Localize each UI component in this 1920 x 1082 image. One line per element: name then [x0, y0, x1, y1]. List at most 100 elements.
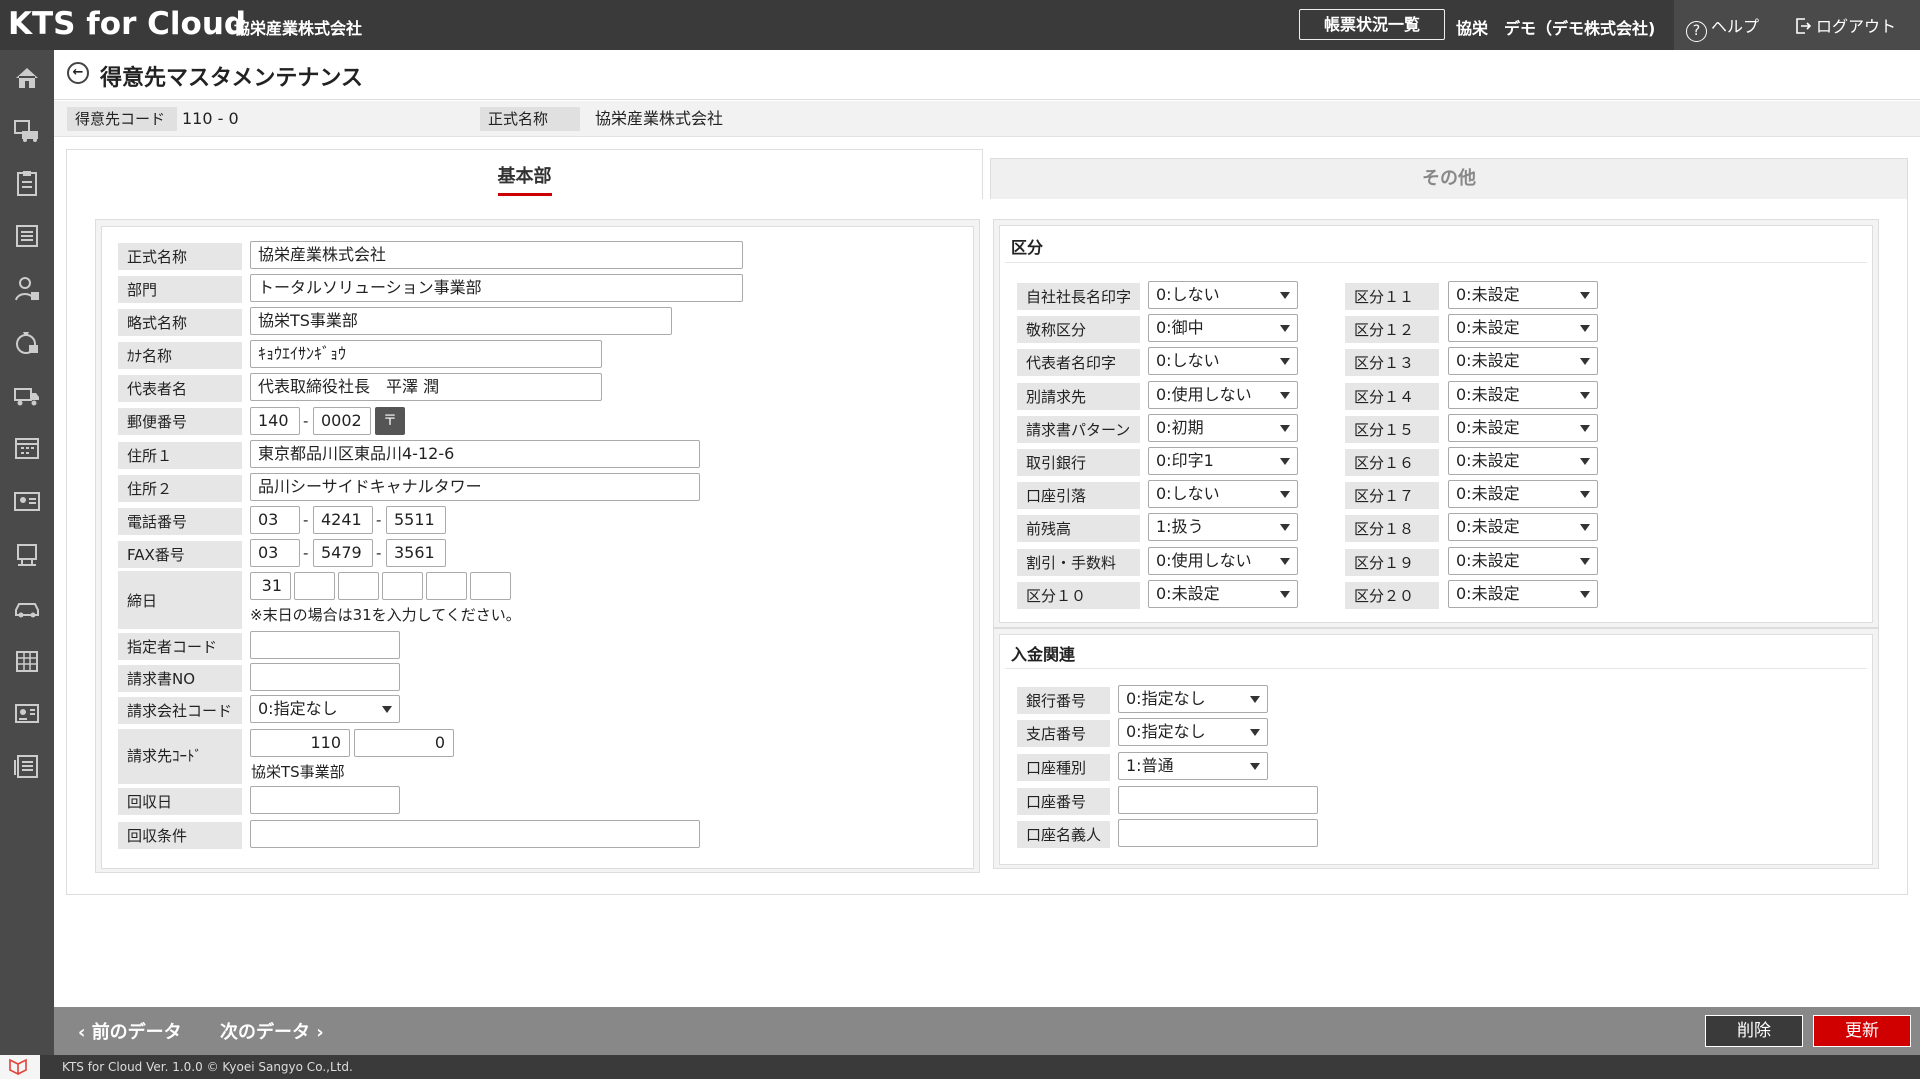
- home-icon[interactable]: [12, 63, 42, 93]
- account-holder-input[interactable]: [1118, 819, 1318, 847]
- category-left-select-10[interactable]: 0:未設定: [1148, 579, 1298, 608]
- id-card-icon[interactable]: [12, 698, 42, 728]
- category-left-value-8: 1:扱う: [1156, 517, 1204, 537]
- profile-card-icon[interactable]: [12, 486, 42, 516]
- postal-input-2[interactable]: 0002: [313, 407, 371, 435]
- category-right-select-1[interactable]: 0:未設定: [1448, 281, 1598, 309]
- record-summary: 得意先コード 110 - 0 正式名称 協栄産業株式会社: [54, 101, 1920, 137]
- collection-day-input[interactable]: [250, 786, 400, 814]
- back-arrow-icon[interactable]: ←: [67, 62, 89, 84]
- phone-input-1[interactable]: 03: [250, 506, 300, 534]
- invoice-no-input[interactable]: [250, 663, 400, 691]
- address2-input[interactable]: 品川シーサイドキャナルタワー: [250, 473, 700, 501]
- address1-input[interactable]: 東京都品川区東品川4-12-6: [250, 440, 700, 468]
- category-right-select-6[interactable]: 0:未設定: [1448, 447, 1598, 475]
- chevron-down-icon: [1580, 458, 1590, 465]
- kana-name-input[interactable]: ｷｮｳｴｲｻﾝｷﾞｮｳ: [250, 340, 602, 368]
- category-right-select-7[interactable]: 0:未設定: [1448, 480, 1598, 509]
- money-bag-icon[interactable]: [12, 327, 42, 357]
- branch-no-select[interactable]: 0:指定なし: [1118, 718, 1268, 746]
- category-left-select-6[interactable]: 0:印字1: [1148, 447, 1298, 475]
- closing-label: 締日: [118, 571, 242, 629]
- category-right-select-9[interactable]: 0:未設定: [1448, 546, 1598, 575]
- closing-day-4[interactable]: [382, 572, 423, 600]
- billing-code-input-1[interactable]: 110: [250, 729, 350, 757]
- account-holder-label: 口座名義人: [1017, 821, 1110, 848]
- category-right-select-3[interactable]: 0:未設定: [1448, 347, 1598, 376]
- category-right-value-9: 0:未設定: [1456, 550, 1520, 570]
- closing-day-2[interactable]: [294, 572, 335, 600]
- account-no-label: 口座番号: [1017, 788, 1110, 815]
- building-icon[interactable]: [12, 645, 42, 675]
- category-right-select-4[interactable]: 0:未設定: [1448, 380, 1598, 409]
- account-type-select[interactable]: 1:普通: [1118, 752, 1268, 780]
- category-left-label-3: 代表者名印字: [1017, 349, 1140, 377]
- closing-day-1[interactable]: 31: [250, 572, 291, 600]
- category-right-select-8[interactable]: 0:未設定: [1448, 513, 1598, 542]
- logout-link[interactable]: ログアウト: [1795, 13, 1896, 37]
- tab-other[interactable]: その他: [990, 158, 1908, 200]
- phone-input-3[interactable]: 5511: [386, 506, 446, 534]
- fax-input-3[interactable]: 3561: [386, 539, 446, 567]
- truck-icon[interactable]: [12, 380, 42, 410]
- machine-icon[interactable]: [12, 539, 42, 569]
- category-left-value-5: 0:初期: [1156, 417, 1204, 437]
- tab-basic[interactable]: 基本部: [66, 149, 983, 199]
- help-link[interactable]: ? ヘルプ: [1686, 13, 1759, 42]
- closing-day-3[interactable]: [338, 572, 379, 600]
- closing-day-5[interactable]: [426, 572, 467, 600]
- category-right-select-10[interactable]: 0:未設定: [1448, 579, 1598, 608]
- category-left-select-4[interactable]: 0:使用しない: [1148, 380, 1298, 409]
- calendar-icon[interactable]: [12, 433, 42, 463]
- postal-input-1[interactable]: 140: [250, 407, 300, 435]
- category-left-select-1[interactable]: 0:しない: [1148, 281, 1298, 309]
- name-value: 協栄産業株式会社: [595, 109, 724, 128]
- department-input[interactable]: トータルソリューション事業部: [250, 274, 743, 302]
- billing-company-select[interactable]: 0:指定なし: [250, 695, 400, 723]
- clipboard-icon[interactable]: [12, 168, 42, 198]
- category-left-select-5[interactable]: 0:初期: [1148, 413, 1298, 442]
- official-name-input[interactable]: 協栄産業株式会社: [250, 241, 743, 269]
- report-icon[interactable]: [12, 751, 42, 781]
- car-icon[interactable]: [12, 592, 42, 622]
- next-record-button[interactable]: 次のデータ ›: [220, 1018, 324, 1044]
- billing-code-input-2[interactable]: 0: [354, 729, 454, 757]
- postal-lookup-button[interactable]: 〒: [375, 407, 405, 435]
- category-right-value-5: 0:未設定: [1456, 417, 1520, 437]
- bank-no-value: 0:指定なし: [1126, 689, 1206, 708]
- collection-terms-input[interactable]: [250, 820, 700, 848]
- prev-record-button[interactable]: ‹ 前のデータ: [78, 1018, 182, 1044]
- category-right-select-5[interactable]: 0:未設定: [1448, 413, 1598, 442]
- delete-button[interactable]: 削除: [1705, 1015, 1803, 1047]
- address1-label: 住所１: [118, 442, 242, 469]
- worker-icon[interactable]: [12, 274, 42, 304]
- category-left-select-7[interactable]: 0:しない: [1148, 480, 1298, 509]
- name-label: 正式名称: [480, 107, 580, 131]
- category-left-value-1: 0:しない: [1156, 285, 1220, 304]
- update-button[interactable]: 更新: [1813, 1015, 1911, 1047]
- category-left-select-2[interactable]: 0:御中: [1148, 314, 1298, 343]
- code-label: 得意先コード: [67, 107, 177, 131]
- framework-logo-icon: [0, 1055, 40, 1079]
- ledger-icon[interactable]: [12, 221, 42, 251]
- chevron-right-icon: ›: [310, 1022, 324, 1043]
- report-status-button[interactable]: 帳票状況一覧: [1299, 9, 1445, 40]
- closing-day-6[interactable]: [470, 572, 511, 600]
- category-right-value-1: 0:未設定: [1456, 285, 1520, 304]
- fax-input-2[interactable]: 5479: [313, 539, 373, 567]
- billing-company-label: 請求会社コード: [118, 697, 242, 724]
- category-left-select-9[interactable]: 0:使用しない: [1148, 546, 1298, 575]
- category-left-label-8: 前残高: [1017, 515, 1140, 543]
- representative-input[interactable]: 代表取締役社長 平澤 潤: [250, 373, 602, 401]
- fax-input-1[interactable]: 03: [250, 539, 300, 567]
- bank-no-select[interactable]: 0:指定なし: [1118, 685, 1268, 713]
- fax-dash-1: -: [303, 544, 309, 562]
- phone-input-2[interactable]: 4241: [313, 506, 373, 534]
- delivery-icon[interactable]: [12, 115, 42, 145]
- short-name-input[interactable]: 協栄TS事業部: [250, 307, 672, 335]
- designator-code-input[interactable]: [250, 631, 400, 659]
- category-right-select-2[interactable]: 0:未設定: [1448, 314, 1598, 343]
- account-no-input[interactable]: [1118, 786, 1318, 814]
- category-left-select-3[interactable]: 0:しない: [1148, 347, 1298, 376]
- category-left-select-8[interactable]: 1:扱う: [1148, 513, 1298, 542]
